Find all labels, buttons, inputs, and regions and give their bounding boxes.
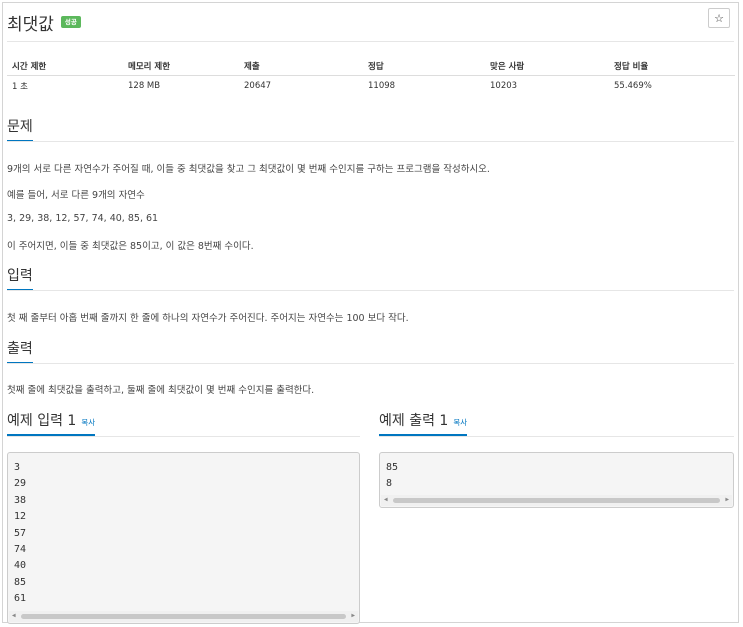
sample-output-box[interactable]: 85 8 ◀ ▶ xyxy=(379,452,734,508)
scroll-right-icon[interactable]: ▶ xyxy=(351,612,355,619)
info-value-row: 1 초 128 MB 20647 11098 10203 55.469% xyxy=(7,75,735,97)
value-solved-users[interactable]: 10203 xyxy=(485,75,609,97)
sample-input-line: 12 xyxy=(14,511,27,523)
sample-output-line: 8 xyxy=(386,478,393,490)
description-line-3: 3, 29, 38, 12, 57, 74, 40, 85, 61 xyxy=(7,213,159,224)
scroll-left-icon[interactable]: ◀ xyxy=(384,496,388,503)
header-time-limit: 시간 제한 xyxy=(7,57,123,76)
copy-sample-output-button[interactable]: 복사 xyxy=(453,418,467,427)
page-title: 최댓값 xyxy=(7,14,54,35)
sample-input-line: 57 xyxy=(14,527,27,539)
value-accepted[interactable]: 11098 xyxy=(363,75,485,97)
output-heading: 출력 xyxy=(7,341,33,364)
sample-input-line: 61 xyxy=(14,593,27,605)
info-header-row: 시간 제한 메모리 제한 제출 정답 맞은 사람 정답 비율 xyxy=(7,57,735,76)
scroll-thumb[interactable] xyxy=(21,614,346,619)
header-accepted: 정답 xyxy=(363,57,485,76)
sample-input-title: 예제 입력 1 xyxy=(7,413,77,429)
sample-input-heading: 예제 입력 1 복사 xyxy=(7,413,96,436)
header-memory-limit: 메모리 제한 xyxy=(123,57,239,76)
description-divider xyxy=(7,141,734,142)
status-badge: 성공 xyxy=(60,15,81,29)
description-line-2: 예를 들어, 서로 다른 9개의 자연수 xyxy=(7,190,145,201)
title-row: 최댓값 성공 xyxy=(7,9,81,35)
sample-input-line: 29 xyxy=(14,478,27,490)
header-accept-ratio: 정답 비율 xyxy=(609,57,735,76)
sample-output-heading: 예제 출력 1 복사 xyxy=(379,413,468,436)
favorite-button[interactable]: ☆ xyxy=(708,8,730,28)
sample-output-title: 예제 출력 1 xyxy=(379,413,449,429)
input-divider xyxy=(7,290,734,291)
sample-input-scrollbar[interactable]: ◀ ▶ xyxy=(9,611,358,622)
description-line-4: 이 주어지면, 이들 중 최댓값은 85이고, 이 값은 8번째 수이다. xyxy=(7,241,254,252)
header-submissions: 제출 xyxy=(239,57,363,76)
input-heading: 입력 xyxy=(7,268,33,291)
sample-output-divider xyxy=(379,436,734,437)
sample-input-line: 74 xyxy=(14,543,27,555)
input-description: 첫 째 줄부터 아홉 번째 줄까지 한 줄에 하나의 자연수가 주어진다. 주어… xyxy=(7,313,409,324)
scroll-left-icon[interactable]: ◀ xyxy=(12,612,16,619)
output-description: 첫째 줄에 최댓값을 출력하고, 둘째 줄에 최댓값이 몇 번째 수인지를 출력… xyxy=(7,385,315,396)
value-submissions[interactable]: 20647 xyxy=(239,75,363,97)
copy-sample-input-button[interactable]: 복사 xyxy=(81,418,95,427)
sample-input-line: 3 xyxy=(14,462,21,473)
scroll-thumb[interactable] xyxy=(393,498,720,503)
sample-input-box[interactable]: 3 29 38 12 57 74 40 85 61 ◀ ▶ xyxy=(7,452,360,624)
sample-input-line: 85 xyxy=(14,576,27,588)
header-solved-users: 맞은 사람 xyxy=(485,57,609,76)
description-line-1: 9개의 서로 다른 자연수가 주어질 때, 이들 중 최댓값을 찾고 그 최댓값… xyxy=(7,164,490,175)
sample-input-line: 38 xyxy=(14,494,27,506)
sample-output-line: 85 xyxy=(386,462,399,473)
scroll-right-icon[interactable]: ▶ xyxy=(725,496,729,503)
value-time-limit: 1 초 xyxy=(12,82,28,93)
title-divider xyxy=(7,41,734,42)
problem-panel: 최댓값 성공 ☆ 시간 제한 메모리 제한 제출 정답 맞은 사람 정답 비율 … xyxy=(2,2,739,624)
output-divider xyxy=(7,363,734,364)
problem-info-table: 시간 제한 메모리 제한 제출 정답 맞은 사람 정답 비율 1 초 128 M… xyxy=(7,57,735,97)
sample-output-scrollbar[interactable]: ◀ ▶ xyxy=(381,495,732,506)
value-memory-limit: 128 MB xyxy=(128,81,161,92)
description-heading: 문제 xyxy=(7,119,33,142)
value-accept-ratio: 55.469% xyxy=(614,81,652,92)
sample-input-line: 40 xyxy=(14,560,27,572)
sample-input-divider xyxy=(7,436,360,437)
star-icon: ☆ xyxy=(714,11,724,25)
